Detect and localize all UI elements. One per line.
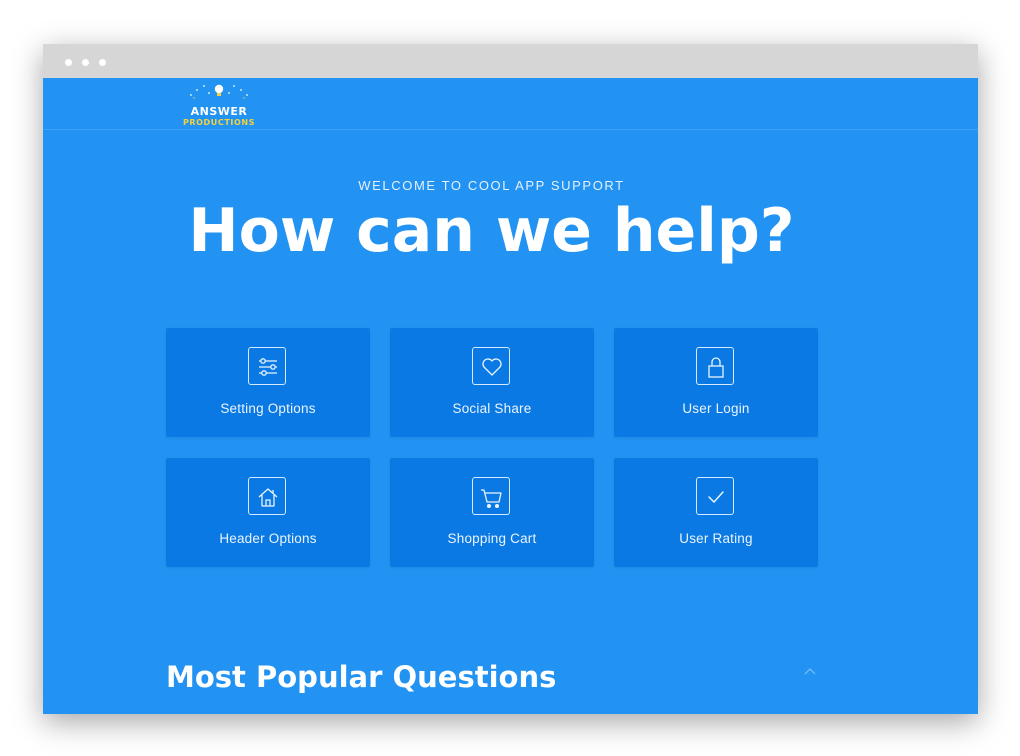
category-card-shopping-cart[interactable]: Shopping Cart (390, 458, 594, 567)
chevron-up-icon[interactable] (803, 667, 817, 677)
browser-window: ANSWER PRODUCTIONS WELCOME TO COOL APP S… (43, 44, 978, 714)
category-label: Social Share (452, 401, 532, 416)
brand-name-line1: ANSWER (190, 105, 248, 118)
home-icon (248, 477, 286, 515)
hero-title: How can we help? (188, 196, 795, 266)
brand-name-line2: PRODUCTIONS (182, 118, 256, 127)
category-card-social-share[interactable]: Social Share (390, 328, 594, 437)
category-card-setting-options[interactable]: Setting Options (166, 328, 370, 437)
category-label: Header Options (219, 531, 317, 546)
window-dot-3[interactable] (99, 59, 106, 66)
sliders-icon (248, 347, 286, 385)
site-header: ANSWER PRODUCTIONS (43, 78, 978, 130)
window-dot-2[interactable] (82, 59, 89, 66)
lock-icon (696, 347, 734, 385)
category-card-user-rating[interactable]: User Rating (614, 458, 818, 567)
category-label: Shopping Cart (447, 531, 537, 546)
checkmark-icon (696, 477, 734, 515)
window-dot-1[interactable] (65, 59, 72, 66)
popular-questions-title: Most Popular Questions (166, 660, 557, 694)
category-label: User Rating (679, 531, 753, 546)
window-titlebar (43, 44, 978, 78)
category-label: Setting Options (220, 401, 316, 416)
heart-icon (472, 347, 510, 385)
category-card-user-login[interactable]: User Login (614, 328, 818, 437)
category-label: User Login (682, 401, 750, 416)
lightbulb-icon (190, 84, 248, 99)
brand-logo[interactable]: ANSWER PRODUCTIONS (179, 80, 259, 128)
category-card-header-options[interactable]: Header Options (166, 458, 370, 567)
cart-icon (472, 477, 510, 515)
support-page: ANSWER PRODUCTIONS WELCOME TO COOL APP S… (43, 78, 978, 714)
hero-eyebrow: WELCOME TO COOL APP SUPPORT (358, 178, 625, 193)
